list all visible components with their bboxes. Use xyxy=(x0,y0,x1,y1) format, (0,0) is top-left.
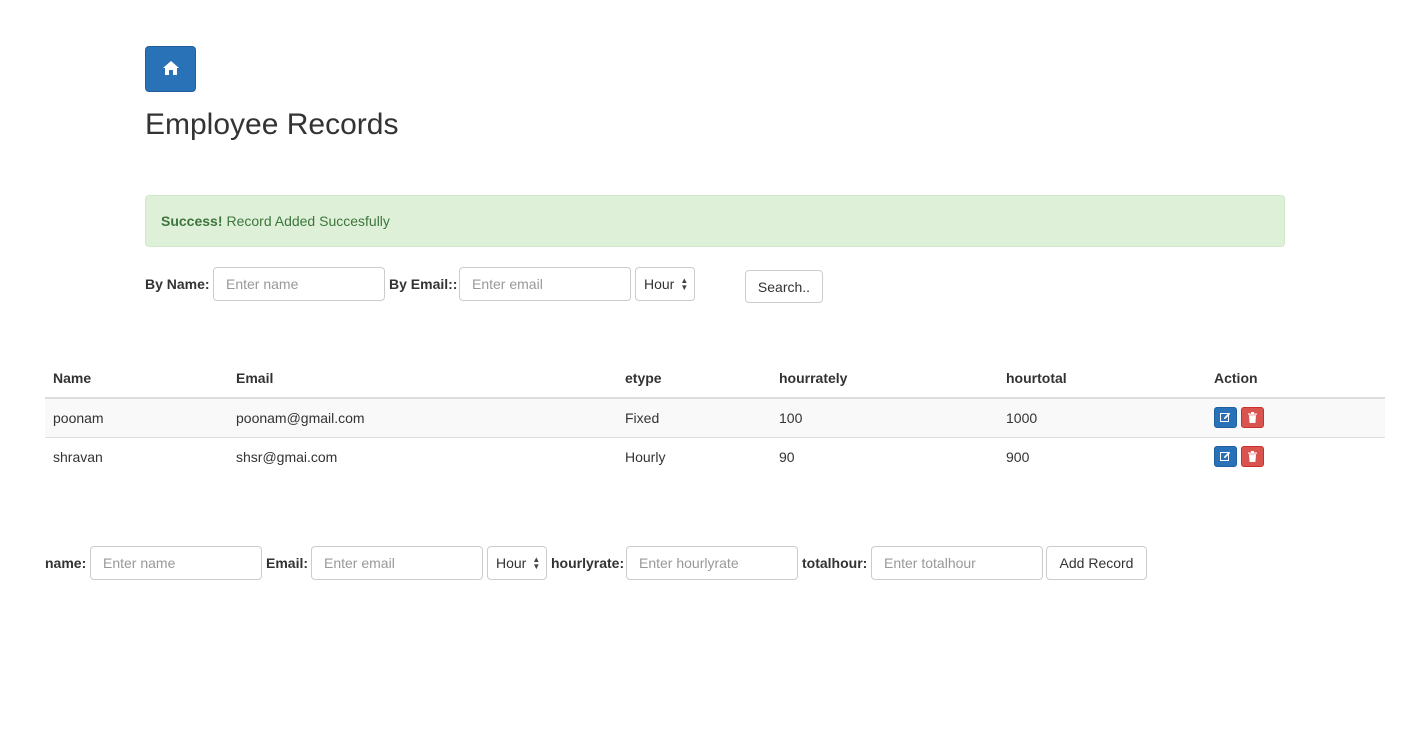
cell-hourrately: 100 xyxy=(771,398,998,437)
header-hourtotal: hourtotal xyxy=(998,359,1206,399)
search-email-label: By Email:: xyxy=(389,276,458,292)
add-type-select[interactable]: Hour ▲ ▼ xyxy=(487,546,547,580)
add-email-label: Email: xyxy=(266,555,309,571)
cell-hourtotal: 900 xyxy=(998,436,1206,476)
trash-icon xyxy=(1248,451,1257,463)
select-arrows-icon: ▲ ▼ xyxy=(680,276,689,292)
table-header-row: Name Email etype hourrately hourtotal Ac… xyxy=(45,359,1385,399)
cell-etype: Hourly xyxy=(617,436,771,476)
search-email-input[interactable] xyxy=(459,267,631,301)
page-title: Employee Records xyxy=(145,108,399,141)
add-name-input[interactable] xyxy=(90,546,262,580)
cell-name: shravan xyxy=(45,436,228,476)
search-type-value: Hour xyxy=(644,276,675,292)
add-totalhour-label: totalhour: xyxy=(802,555,868,571)
cell-etype: Fixed xyxy=(617,398,771,437)
delete-button[interactable] xyxy=(1241,446,1264,468)
cell-email: poonam@gmail.com xyxy=(228,398,617,437)
header-email: Email xyxy=(228,359,617,399)
cell-name: poonam xyxy=(45,398,228,437)
home-icon xyxy=(162,60,179,78)
header-name: Name xyxy=(45,359,228,399)
header-action: Action xyxy=(1206,359,1385,399)
add-hourlyrate-label: hourlyrate: xyxy=(551,555,625,571)
add-type-value: Hour xyxy=(496,555,527,571)
table-row: poonam poonam@gmail.com Fixed 100 1000 xyxy=(45,398,1385,437)
edit-icon xyxy=(1220,452,1231,462)
cell-hourtotal: 1000 xyxy=(998,398,1206,437)
search-name-label: By Name: xyxy=(145,276,210,292)
search-button[interactable]: Search.. xyxy=(745,270,823,303)
alert-message: Record Added Succesfully xyxy=(226,213,390,229)
add-totalhour-input[interactable] xyxy=(871,546,1043,580)
add-hourlyrate-input[interactable] xyxy=(626,546,798,580)
cell-action xyxy=(1206,436,1385,476)
cell-action xyxy=(1206,398,1385,437)
delete-button[interactable] xyxy=(1241,407,1264,429)
header-hourrately: hourrately xyxy=(771,359,998,399)
search-type-select[interactable]: Hour ▲ ▼ xyxy=(635,267,695,301)
alert-strong: Success! xyxy=(161,213,223,229)
table-row: shravan shsr@gmai.com Hourly 90 900 xyxy=(45,436,1385,476)
cell-hourrately: 90 xyxy=(771,436,998,476)
trash-icon xyxy=(1248,412,1257,424)
cell-email: shsr@gmai.com xyxy=(228,436,617,476)
add-name-label: name: xyxy=(45,555,87,571)
home-button[interactable] xyxy=(145,46,196,92)
success-alert: Success! Record Added Succesfully xyxy=(145,195,1285,247)
add-email-input[interactable] xyxy=(311,546,483,580)
edit-button[interactable] xyxy=(1214,446,1237,468)
records-table: Name Email etype hourrately hourtotal Ac… xyxy=(45,359,1385,476)
edit-icon xyxy=(1220,413,1231,423)
edit-button[interactable] xyxy=(1214,407,1237,429)
search-name-input[interactable] xyxy=(213,267,385,301)
header-etype: etype xyxy=(617,359,771,399)
select-arrows-icon: ▲ ▼ xyxy=(532,555,541,571)
add-record-button[interactable]: Add Record xyxy=(1046,546,1147,580)
